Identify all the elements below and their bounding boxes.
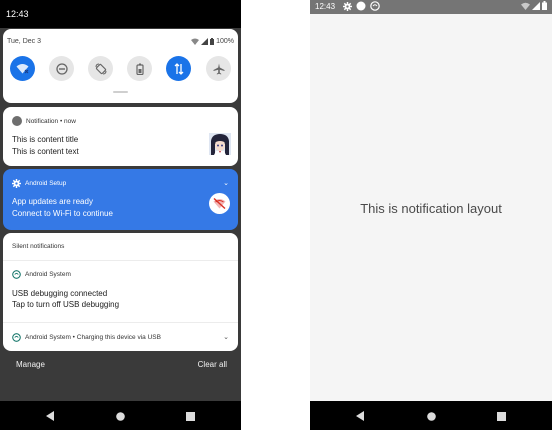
status-bar: 12:43 <box>310 0 552 14</box>
do-not-disturb-icon <box>55 62 68 75</box>
quick-settings-panel: Tue, Dec 3 100% <box>3 29 238 103</box>
setup-large-icon <box>209 193 230 214</box>
usb-debugging-title: USB debugging connected <box>12 289 108 298</box>
airplane-mode-icon <box>213 63 224 74</box>
wifi-status-icon <box>191 38 200 45</box>
battery-saver-icon <box>135 63 144 75</box>
mobile-data-icon <box>174 62 183 75</box>
setup-title: App updates are ready <box>12 197 93 206</box>
recents-icon <box>185 411 195 421</box>
notification-title: This is content title <box>12 135 79 144</box>
tile-auto-rotate[interactable] <box>88 56 113 81</box>
recents-button[interactable] <box>494 409 508 423</box>
qs-status-icons: 100% <box>191 38 234 45</box>
tile-do-not-disturb[interactable] <box>49 56 74 81</box>
usb-debugging-text: Tap to turn off USB debugging <box>12 300 120 309</box>
notification-dot-icon <box>356 1 366 11</box>
notification-header: Notification • now <box>12 116 76 126</box>
recents-icon <box>496 411 506 421</box>
clear-all-button[interactable]: Clear all <box>198 360 227 369</box>
battery-percent: 100% <box>216 38 234 45</box>
navigation-bar <box>0 401 241 430</box>
tile-mobile-data[interactable] <box>166 56 191 81</box>
auto-rotate-icon <box>95 63 106 74</box>
signal-icon <box>201 38 209 45</box>
notification-large-icon <box>209 133 231 155</box>
setup-app-name: Android Setup <box>25 180 67 187</box>
back-button[interactable] <box>43 409 57 423</box>
status-system-icons <box>521 1 547 10</box>
chevron-down-icon[interactable]: ⌄ <box>223 333 229 341</box>
battery-icon <box>210 38 215 45</box>
home-button[interactable] <box>113 409 127 423</box>
setup-header: Android Setup <box>12 179 66 188</box>
android-system-icon <box>370 1 380 11</box>
wifi-status-icon <box>521 2 530 10</box>
divider <box>3 260 238 261</box>
wifi-off-icon <box>213 198 226 209</box>
quick-settings-tiles <box>3 56 238 82</box>
navigation-bar <box>310 401 552 430</box>
app-icon <box>12 116 22 126</box>
status-bar: 12:43 <box>0 0 241 28</box>
tile-airplane-mode[interactable] <box>206 56 231 81</box>
chevron-down-icon[interactable]: ⌄ <box>223 179 229 187</box>
back-icon <box>355 411 364 421</box>
tile-wifi[interactable] <box>10 56 35 81</box>
home-icon <box>115 411 125 421</box>
tile-battery-saver[interactable] <box>127 56 152 81</box>
silent-section-label: Silent notifications <box>12 243 65 250</box>
status-notification-icons <box>343 1 380 11</box>
android-system-icon <box>12 270 21 279</box>
back-icon <box>45 411 54 421</box>
gear-icon <box>12 179 21 188</box>
charging-notification-row[interactable]: Android System • Charging this device vi… <box>12 333 161 342</box>
back-button[interactable] <box>353 409 367 423</box>
signal-icon <box>532 1 540 10</box>
notification-app-and-time: Notification • now <box>26 117 76 125</box>
android-system-icon <box>12 333 21 342</box>
usb-app-name: Android System <box>25 271 71 278</box>
silent-notifications-card: Silent notifications Android System USB … <box>3 233 238 351</box>
manage-button[interactable]: Manage <box>16 360 45 369</box>
home-icon <box>426 411 436 421</box>
setup-text: Connect to Wi-Fi to continue <box>12 209 113 218</box>
notification-layout-text: This is notification layout <box>360 201 502 216</box>
qs-date: Tue, Dec 3 <box>7 38 41 45</box>
recents-button[interactable] <box>183 409 197 423</box>
notification-card[interactable]: Notification • now This is content title… <box>3 107 238 166</box>
home-button[interactable] <box>424 409 438 423</box>
usb-notification-header[interactable]: Android System <box>12 270 71 279</box>
anime-avatar-icon <box>209 133 231 155</box>
status-time: 12:43 <box>315 2 336 11</box>
notification-text: This is content text <box>12 147 79 156</box>
battery-icon <box>542 1 547 10</box>
notification-shade-screen: 12:43 Tue, Dec 3 100% Notification • now… <box>0 0 241 430</box>
qs-drag-handle[interactable] <box>113 91 128 93</box>
app-screen: 12:43 This is notification layout <box>310 0 552 430</box>
status-time: 12:43 <box>6 9 29 19</box>
wifi-icon <box>16 64 29 74</box>
gear-icon <box>343 1 352 11</box>
divider <box>3 322 238 323</box>
charging-row-text: Android System • Charging this device vi… <box>25 334 161 341</box>
android-setup-card[interactable]: Android Setup ⌄ App updates are ready Co… <box>3 169 238 230</box>
